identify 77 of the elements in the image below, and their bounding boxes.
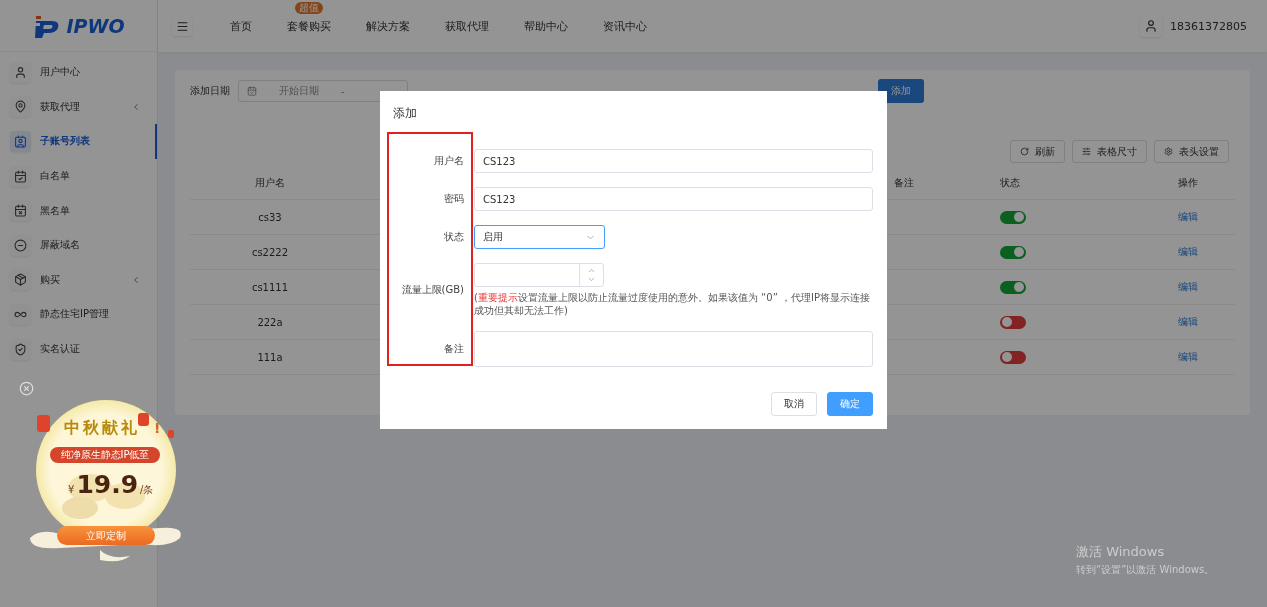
column-header: 用户名 xyxy=(190,167,350,200)
refresh-icon xyxy=(1020,147,1029,156)
username-text: 18361372805 xyxy=(1170,19,1247,33)
nav-link[interactable]: 首页 xyxy=(230,18,252,34)
settings-icon xyxy=(1164,147,1173,156)
table-cell: cs2222 xyxy=(190,235,350,270)
hint-text: (重要提示设置流量上限以防止流量过度使用的意外。如果该值为 “0” ，代理IP将显示连接成功但其却无法工作) xyxy=(474,291,871,317)
nav-link[interactable]: 套餐购买 xyxy=(287,18,331,34)
chevron-down-icon[interactable] xyxy=(587,275,596,284)
minus-circle-icon xyxy=(14,238,27,252)
sidebar-item[interactable]: 实名认证 xyxy=(0,331,157,367)
table-size-button[interactable]: 表格尺寸 xyxy=(1072,140,1147,163)
promo-price: 19.9 xyxy=(76,470,139,499)
sidebar-item[interactable]: 静态住宅IP管理 xyxy=(0,297,157,332)
sidebar-item[interactable]: 黑名单 xyxy=(0,193,157,228)
currency-symbol: ¥ xyxy=(68,484,75,495)
chevron-up-icon[interactable] xyxy=(587,266,596,275)
field-label: 备注 xyxy=(443,342,464,356)
nav-link[interactable]: 帮助中心 xyxy=(524,18,568,34)
price-unit: /条 xyxy=(140,483,154,497)
text-input[interactable]: CS123 xyxy=(474,149,873,173)
table-cell: cs33 xyxy=(190,200,350,235)
status-toggle[interactable] xyxy=(1000,210,1026,224)
edit-link[interactable]: 编辑 xyxy=(1177,210,1198,224)
edit-link[interactable]: 编辑 xyxy=(1177,245,1198,259)
table-cell: 222a xyxy=(190,305,350,340)
status-toggle[interactable] xyxy=(1000,315,1026,329)
field-label: 状态 xyxy=(443,230,464,244)
table-cell: 111a xyxy=(190,340,350,375)
nav-link[interactable]: 资讯中心 xyxy=(603,18,647,34)
promo-title: 中秋献礼 xyxy=(64,418,140,439)
column-header: 状态 xyxy=(990,167,1140,200)
nav-badge: 超值 xyxy=(295,1,323,14)
activation-title: 激活 Windows xyxy=(1076,543,1166,561)
status-select[interactable]: 启用 xyxy=(474,225,605,249)
field-label: 流量上限(GB) xyxy=(400,283,464,297)
sidebar-item[interactable]: 子账号列表 xyxy=(0,124,157,159)
user-icon xyxy=(14,65,27,79)
dialog-title: 添加 xyxy=(392,105,418,122)
table-cell: cs1111 xyxy=(190,270,350,305)
edit-link[interactable]: 编辑 xyxy=(1177,280,1198,294)
field-label: 用户名 xyxy=(433,154,464,168)
column-header: 操作 xyxy=(1140,167,1235,200)
refresh-button[interactable]: 刷新 xyxy=(1010,140,1065,163)
edit-link[interactable]: 编辑 xyxy=(1177,350,1198,364)
calendar-icon xyxy=(14,204,27,218)
cancel-button[interactable]: 取消 xyxy=(771,392,817,416)
edit-link[interactable]: 编辑 xyxy=(1177,315,1198,329)
sliders-icon xyxy=(1082,147,1091,156)
filter-label: 添加日期 xyxy=(190,84,230,98)
status-toggle[interactable] xyxy=(1000,245,1026,259)
menu-icon xyxy=(175,19,189,33)
contact-card-icon xyxy=(14,135,27,148)
package-icon xyxy=(14,273,27,287)
status-toggle[interactable] xyxy=(1000,280,1026,294)
text-input[interactable]: CS123 xyxy=(474,187,873,211)
sidebar-item[interactable]: 用户中心 xyxy=(0,55,157,90)
nav-link[interactable]: 解决方案 xyxy=(366,18,410,34)
remark-textarea[interactable] xyxy=(474,331,873,367)
shield-check-icon xyxy=(14,342,27,356)
column-settings-button[interactable]: 表头设置 xyxy=(1154,140,1229,163)
promo-tagline: 纯净原生静态IP低至 xyxy=(50,447,160,463)
promo-exclaim: ! xyxy=(154,420,161,436)
field-label: 密码 xyxy=(443,192,464,206)
sidebar-item[interactable]: 获取代理 xyxy=(0,89,157,125)
sidebar-item[interactable]: 屏蔽域名 xyxy=(0,227,157,263)
sidebar-item[interactable]: 购买 xyxy=(0,262,157,298)
status-toggle[interactable] xyxy=(1000,350,1026,364)
calendar-check-icon xyxy=(14,169,27,183)
location-pin-icon xyxy=(14,100,27,114)
sidebar-item[interactable]: 白名单 xyxy=(0,158,157,194)
close-icon[interactable] xyxy=(19,381,34,396)
calendar-icon xyxy=(247,86,257,96)
number-input[interactable] xyxy=(474,263,604,287)
user-icon xyxy=(1144,19,1158,33)
logo-text: IPWO xyxy=(66,14,125,37)
nav-link[interactable]: 获取代理 xyxy=(445,18,489,34)
